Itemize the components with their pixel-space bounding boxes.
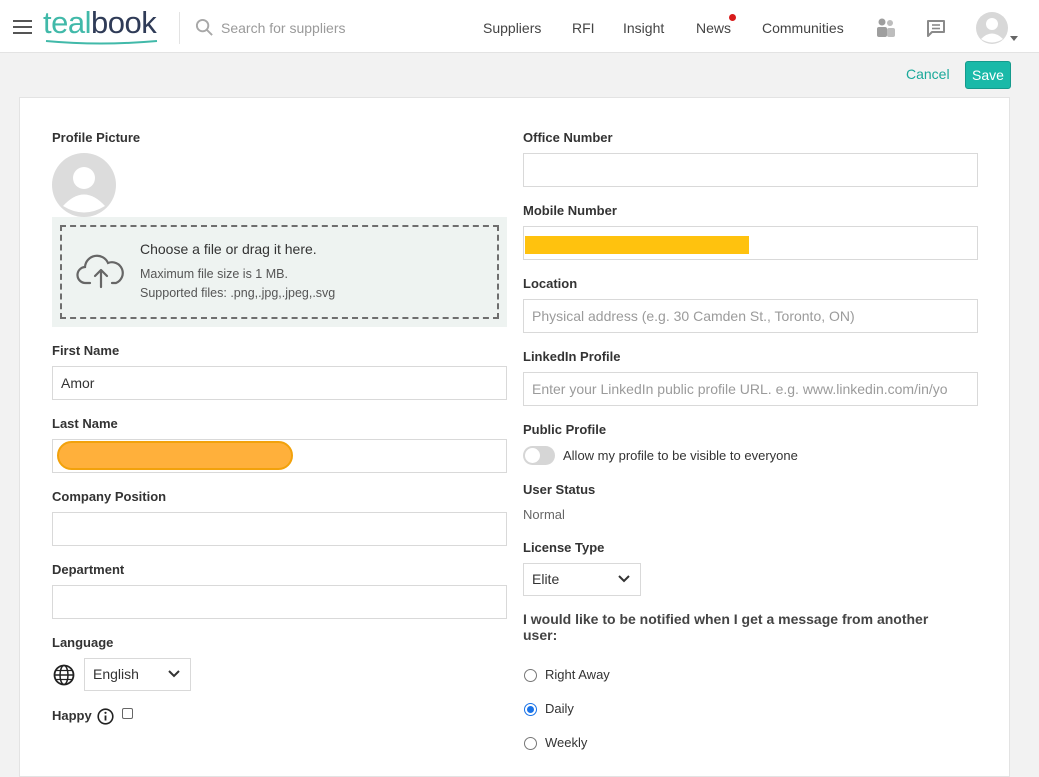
profile-picture-avatar [52,153,116,217]
linkedin-field[interactable] [523,372,978,406]
notification-question: I would like to be notified when I get a… [523,611,929,643]
office-number-label: Office Number [523,130,613,145]
cancel-button[interactable]: Cancel [906,66,950,82]
public-profile-toggle[interactable] [523,446,555,465]
nav-insight[interactable]: Insight [623,20,664,36]
language-select[interactable]: English [84,658,191,691]
menu-icon[interactable] [13,20,32,34]
radio-label-daily: Daily [545,701,574,716]
logo-text-book: book [90,5,157,40]
language-label: Language [52,635,114,650]
user-status-value: Normal [523,507,565,522]
upload-title: Choose a file or drag it here. [140,241,317,257]
chat-icon[interactable] [926,19,946,38]
user-placeholder-icon [63,167,105,213]
user-status-label: User Status [523,482,596,497]
top-navigation-bar: tealbook Suppliers RFI Insight News Comm… [0,0,1039,53]
chevron-down-icon [168,670,180,678]
upload-cloud-icon [76,254,124,289]
chevron-down-icon [1010,36,1018,41]
license-type-select[interactable]: Elite [523,563,641,596]
license-type-label: License Type [523,540,605,555]
nav-rfi[interactable]: RFI [572,20,595,36]
happy-label: Happy [52,708,92,723]
search-icon [195,18,213,36]
company-position-field[interactable] [52,512,507,546]
redaction-mark [57,441,293,470]
first-name-label: First Name [52,343,120,358]
search-box [195,17,455,39]
public-profile-toggle-text: Allow my profile to be visible to everyo… [563,448,798,463]
department-label: Department [52,562,125,577]
news-notification-dot [729,14,736,21]
last-name-label: Last Name [52,416,118,431]
save-button[interactable]: Save [965,61,1011,89]
license-type-value: Elite [532,571,560,587]
location-field[interactable] [523,299,978,333]
office-number-field[interactable] [523,153,978,187]
linkedin-label: LinkedIn Profile [523,349,621,364]
radio-weekly[interactable] [524,737,537,750]
happy-checkbox[interactable] [122,708,133,719]
upload-supported-files: Supported files: .png,.jpg,.jpeg,.svg [140,286,336,300]
radio-right-away[interactable] [524,669,537,682]
radio-label-right-away: Right Away [545,667,610,682]
nav-news[interactable]: News [696,20,731,36]
user-avatar-icon[interactable] [976,11,1020,45]
globe-icon [53,664,75,686]
people-icon[interactable] [875,18,896,37]
logo-text-teal: teal [43,5,91,40]
first-name-field[interactable] [52,366,507,400]
toggle-knob [525,448,540,463]
nav-communities[interactable]: Communities [762,20,844,36]
tealbook-logo[interactable]: tealbook [43,5,158,49]
logo-underline-icon [45,40,158,45]
radio-label-weekly: Weekly [545,735,588,750]
nav-suppliers[interactable]: Suppliers [483,20,541,36]
info-icon[interactable] [97,708,114,725]
radio-daily[interactable] [524,703,537,716]
language-value: English [93,666,139,682]
public-profile-label: Public Profile [523,422,607,437]
upload-max-size: Maximum file size is 1 MB. [140,267,288,281]
header-divider [179,12,180,44]
search-input[interactable] [221,17,451,39]
location-label: Location [523,276,578,291]
department-field[interactable] [52,585,507,619]
company-position-label: Company Position [52,489,167,504]
file-upload-area: Choose a file or drag it here. Maximum f… [52,217,507,327]
mobile-number-label: Mobile Number [523,203,617,218]
chevron-down-icon [618,575,630,583]
file-dropzone[interactable]: Choose a file or drag it here. Maximum f… [60,225,499,319]
redaction-mark [525,236,749,254]
profile-picture-label: Profile Picture [52,130,141,145]
